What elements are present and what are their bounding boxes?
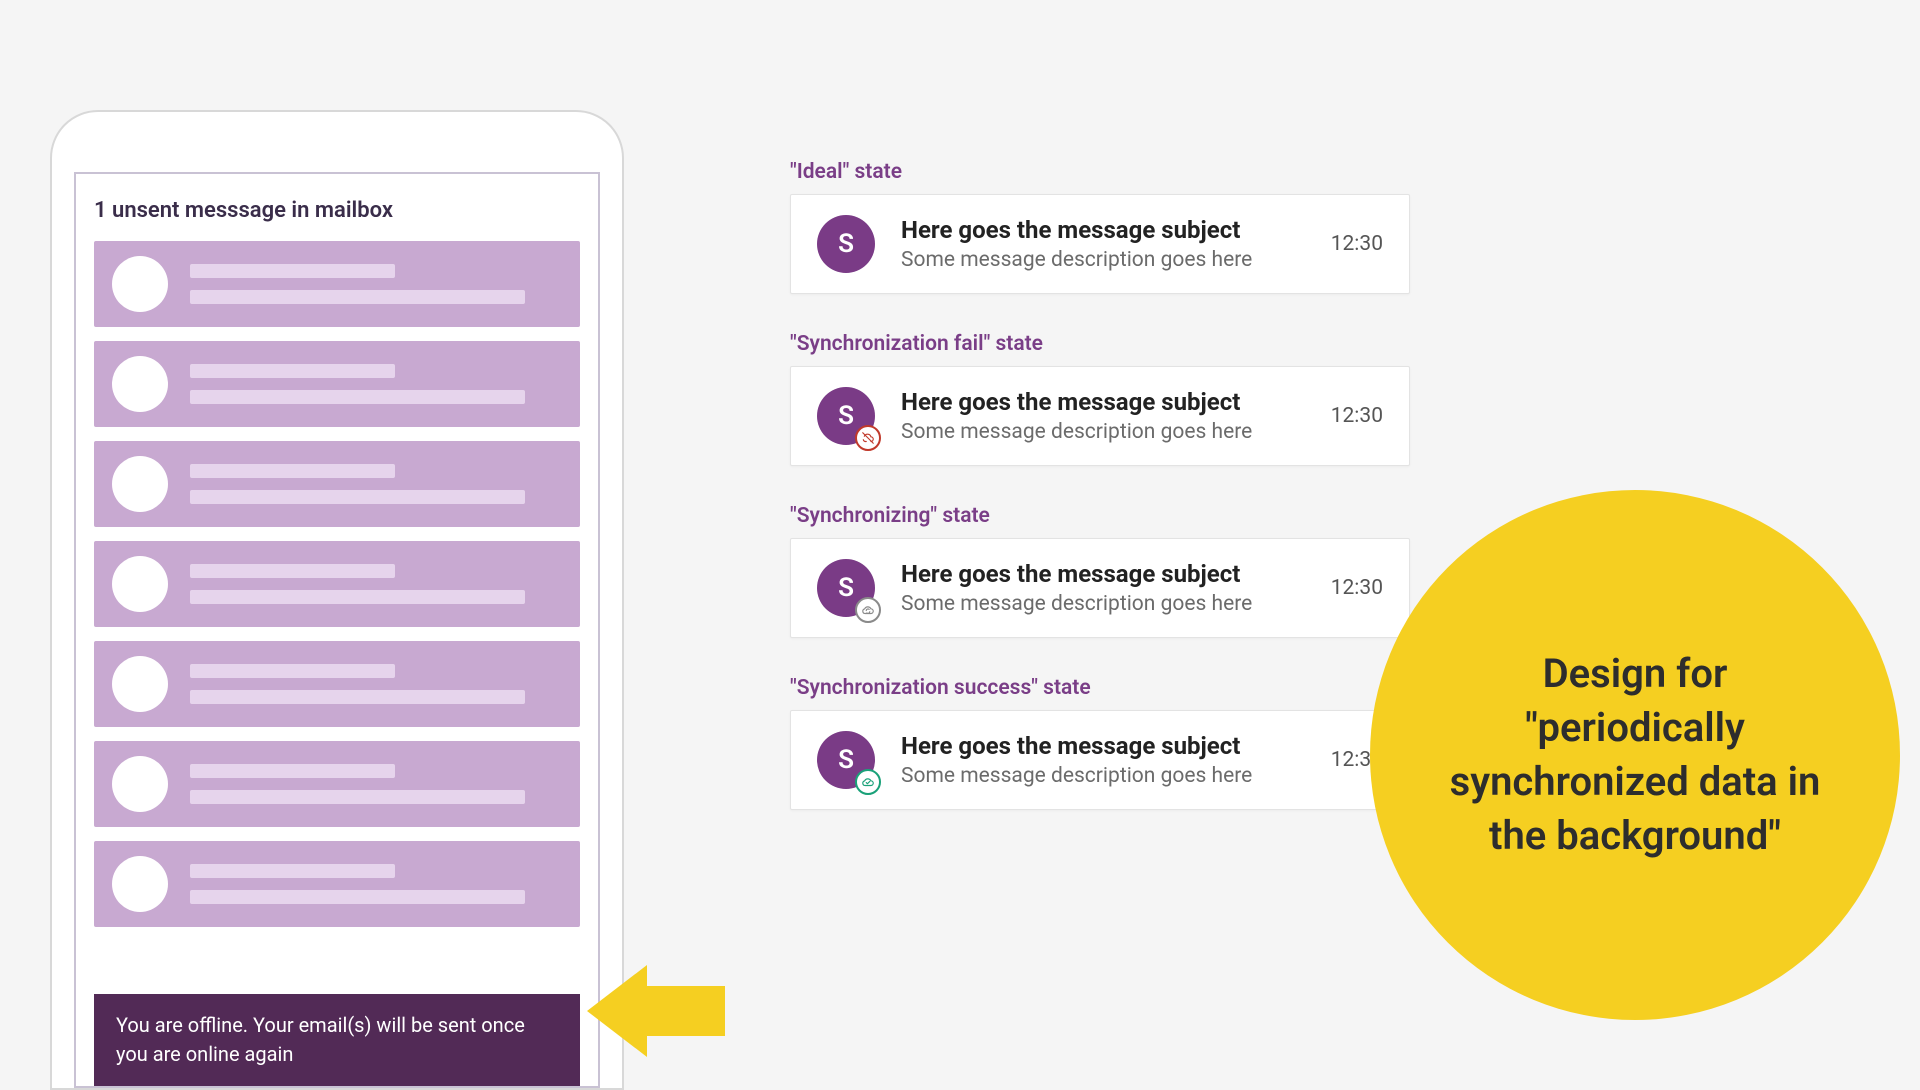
list-item: [94, 741, 580, 827]
avatar: S: [817, 215, 875, 273]
state-label: "Synchronizing" state: [790, 504, 1410, 528]
avatar: S: [817, 387, 875, 445]
list-item: [94, 641, 580, 727]
list-item: [94, 841, 580, 927]
unsent-count-label: 1 unsent messsage in mailbox: [94, 198, 580, 223]
phone-screen: 1 unsent messsage in mailbox You are off…: [74, 172, 600, 1088]
offline-toast-text: You are offline. Your email(s) will be s…: [116, 1011, 558, 1069]
cloud-off-icon: [855, 425, 881, 451]
message-time: 12:30: [1331, 576, 1383, 600]
avatar: S: [817, 559, 875, 617]
message-time: 12:30: [1331, 232, 1383, 256]
list-item: [94, 541, 580, 627]
avatar-initial: S: [817, 215, 875, 273]
list-item: [94, 241, 580, 327]
state-syncing: "Synchronizing" state S Here goes the me…: [790, 504, 1410, 638]
cloud-done-icon: [855, 769, 881, 795]
message-card[interactable]: S Here goes the message subject Some mes…: [790, 194, 1410, 294]
offline-toast: You are offline. Your email(s) will be s…: [94, 994, 580, 1086]
list-item: [94, 341, 580, 427]
state-label: "Ideal" state: [790, 160, 1410, 184]
cloud-sync-icon: [855, 597, 881, 623]
message-card[interactable]: S Here goes the message subject Some mes…: [790, 710, 1410, 810]
message-subject: Here goes the message subject: [901, 560, 1295, 588]
message-subject: Here goes the message subject: [901, 732, 1295, 760]
arrow-icon: [587, 965, 725, 1057]
message-subject: Here goes the message subject: [901, 388, 1295, 416]
message-description: Some message description goes here: [901, 248, 1295, 272]
message-card[interactable]: S Here goes the message subject Some mes…: [790, 538, 1410, 638]
message-description: Some message description goes here: [901, 592, 1295, 616]
message-description: Some message description goes here: [901, 764, 1295, 788]
callout-bubble: Design for "periodically synchronized da…: [1370, 490, 1900, 1020]
state-ideal: "Ideal" state S Here goes the message su…: [790, 160, 1410, 294]
avatar: S: [817, 731, 875, 789]
callout-text: Design for "periodically synchronized da…: [1430, 647, 1840, 863]
list-item: [94, 441, 580, 527]
message-card[interactable]: S Here goes the message subject Some mes…: [790, 366, 1410, 466]
state-label: "Synchronization success" state: [790, 676, 1410, 700]
phone-mockup: 1 unsent messsage in mailbox You are off…: [50, 110, 624, 1090]
state-sync-success: "Synchronization success" state S Here g…: [790, 676, 1410, 810]
state-examples: "Ideal" state S Here goes the message su…: [790, 160, 1410, 810]
state-label: "Synchronization fail" state: [790, 332, 1410, 356]
message-list-skeleton: [94, 241, 580, 927]
message-time: 12:30: [1331, 404, 1383, 428]
state-sync-fail: "Synchronization fail" state S Here goes…: [790, 332, 1410, 466]
message-subject: Here goes the message subject: [901, 216, 1295, 244]
message-description: Some message description goes here: [901, 420, 1295, 444]
